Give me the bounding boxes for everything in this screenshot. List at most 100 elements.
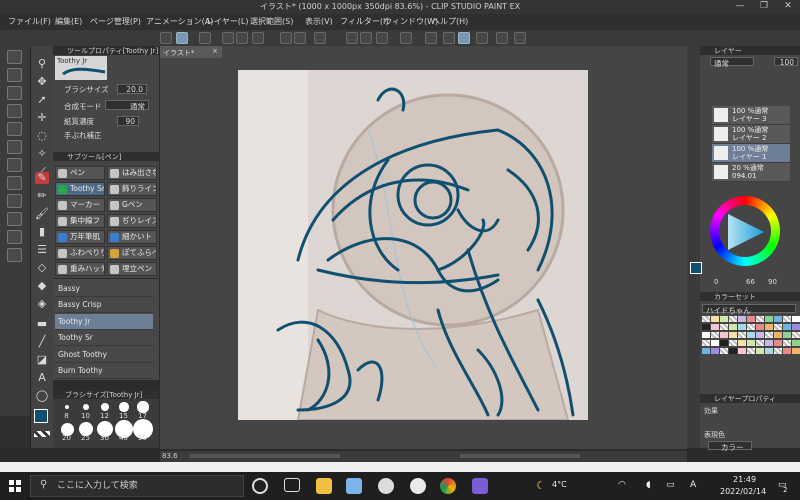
deselect-icon[interactable] xyxy=(376,32,388,44)
menu-help[interactable]: ヘルプ(H) xyxy=(432,16,468,27)
palette-swatch[interactable] xyxy=(738,332,746,338)
palette-swatch[interactable] xyxy=(747,332,755,338)
menu-file[interactable]: ファイル(F) xyxy=(8,16,51,27)
brush-size-dot[interactable] xyxy=(119,402,129,412)
brush-size-value[interactable]: 20.0 xyxy=(117,84,147,94)
palette-swatch[interactable] xyxy=(756,340,764,346)
stabilizer-icon[interactable] xyxy=(476,32,488,44)
notepad-icon[interactable] xyxy=(346,478,362,494)
layout-panel-icon[interactable] xyxy=(7,230,22,244)
operation-icon[interactable]: ➚ xyxy=(35,94,49,106)
palette-swatch[interactable] xyxy=(765,316,773,322)
frame-panel-icon[interactable] xyxy=(7,194,22,208)
brush-item[interactable]: Burn Toothy xyxy=(55,363,153,379)
brush-size-dot[interactable] xyxy=(65,405,69,409)
sub-tool-item[interactable]: 埋立ペン xyxy=(107,262,157,276)
palette-swatch[interactable] xyxy=(747,340,755,346)
clip-studio-launcher-icon[interactable] xyxy=(378,478,394,494)
palette-swatch[interactable] xyxy=(720,348,728,354)
material-panel-icon[interactable] xyxy=(7,86,22,100)
minimize-button[interactable]: — xyxy=(728,0,752,14)
battery-icon[interactable]: ▭ xyxy=(666,480,675,490)
layer-row[interactable]: 100 %通常 レイヤー 1 xyxy=(712,144,790,163)
sub-tool-item[interactable]: 飾りライン xyxy=(107,182,157,196)
sub-tool-item[interactable]: マーカー xyxy=(55,198,105,212)
paper-density-value[interactable]: 90 xyxy=(117,116,139,126)
task-view-icon[interactable] xyxy=(252,478,268,494)
sub-tool-item[interactable]: 細かいト xyxy=(107,230,157,244)
palette-swatch[interactable] xyxy=(729,316,737,322)
clock-time[interactable]: 21:49 xyxy=(733,475,756,484)
pen-pressure-icon[interactable] xyxy=(458,32,470,44)
gradient-icon[interactable]: ▬ xyxy=(35,318,49,330)
clock-date[interactable]: 2022/02/14 xyxy=(720,487,766,496)
balloon-icon[interactable]: ◯ xyxy=(35,390,49,402)
taskbar-search-input[interactable]: ここに入力して検索 xyxy=(30,475,244,497)
palette-swatch[interactable] xyxy=(702,332,710,338)
timeline-panel-icon[interactable] xyxy=(7,248,22,262)
chrome-icon[interactable] xyxy=(440,478,456,494)
color-set-select[interactable]: ハイドちゃん xyxy=(702,304,796,315)
menu-window[interactable]: ウィンドウ(W) xyxy=(384,16,438,27)
layer-row[interactable]: 20 %通常 094.01 xyxy=(712,163,790,182)
text-icon[interactable]: A xyxy=(35,372,49,384)
brush-size-dot[interactable] xyxy=(137,401,149,413)
new-canvas-icon[interactable] xyxy=(160,32,172,44)
fill-icon[interactable] xyxy=(346,32,358,44)
palette-swatch[interactable] xyxy=(711,324,719,330)
save-icon[interactable] xyxy=(252,32,264,44)
palette-swatch[interactable] xyxy=(756,324,764,330)
menu-filter[interactable]: フィルター(I) xyxy=(340,16,388,27)
rotate-slider[interactable] xyxy=(460,454,580,458)
sub-tool-item[interactable]: ぽてふらべ xyxy=(107,246,157,260)
menu-page[interactable]: ページ管理(P) xyxy=(90,16,141,27)
palette-swatch[interactable] xyxy=(711,316,719,322)
palette-swatch[interactable] xyxy=(747,324,755,330)
main-color-swatch[interactable] xyxy=(34,409,48,423)
close-window-button[interactable]: ✕ xyxy=(776,0,800,14)
brush-item[interactable]: Bassy Crisp xyxy=(55,297,153,313)
network-icon[interactable]: ◠ xyxy=(618,480,626,490)
color-palette[interactable] xyxy=(700,316,800,358)
menu-selection[interactable]: 選択範囲(S) xyxy=(250,16,293,27)
sub-tool-item[interactable]: 集中線フ xyxy=(55,214,105,228)
pen-icon[interactable]: ✎ xyxy=(35,172,49,184)
palette-swatch[interactable] xyxy=(720,340,728,346)
menu-edit[interactable]: 編集(E) xyxy=(55,16,82,27)
new-file-icon[interactable] xyxy=(222,32,234,44)
sub-tool-item[interactable]: 重みハッチ xyxy=(55,262,105,276)
frame-border-icon[interactable]: ◪ xyxy=(35,354,49,366)
maximize-button[interactable]: ❐ xyxy=(752,0,776,14)
palette-swatch[interactable] xyxy=(720,316,728,322)
menu-layer[interactable]: レイヤー(L) xyxy=(206,16,248,27)
brush-size-dot[interactable] xyxy=(101,403,109,411)
move-icon[interactable]: ✥ xyxy=(35,76,49,88)
palette-swatch[interactable] xyxy=(783,324,791,330)
fill-tool-icon[interactable]: ◈ xyxy=(35,298,49,310)
document-tab[interactable]: イラスト* × xyxy=(160,46,222,58)
palette-swatch[interactable] xyxy=(774,340,782,346)
palette-swatch[interactable] xyxy=(720,332,728,338)
palette-swatch[interactable] xyxy=(774,316,782,322)
palette-swatch[interactable] xyxy=(729,324,737,330)
home-panel-icon[interactable] xyxy=(7,50,22,64)
airbrush-icon[interactable]: ▮ xyxy=(35,226,49,238)
current-color-swatch[interactable] xyxy=(690,262,702,274)
drawing-canvas[interactable] xyxy=(238,70,588,420)
figure-icon[interactable]: ╱ xyxy=(35,336,49,348)
brush-item-selected[interactable]: Toothy Jr xyxy=(55,314,153,330)
layer-blend-select[interactable]: 通常 xyxy=(710,57,754,68)
transform-icon[interactable] xyxy=(360,32,372,44)
palette-swatch[interactable] xyxy=(711,332,719,338)
crop-icon[interactable] xyxy=(400,32,412,44)
eraser-icon[interactable]: ◇ xyxy=(35,262,49,274)
clip-studio-paint-icon[interactable] xyxy=(410,478,426,494)
layer-row[interactable]: 100 %通常 レイヤー 3 xyxy=(712,106,790,125)
file-explorer-icon[interactable] xyxy=(316,478,332,494)
pattern-panel-icon[interactable] xyxy=(7,122,22,136)
ime-indicator[interactable]: A xyxy=(690,480,696,490)
wand-icon[interactable]: ✧ xyxy=(35,148,49,160)
texture-panel-icon[interactable] xyxy=(7,140,22,154)
open-file-icon[interactable] xyxy=(236,32,248,44)
snap-ruler-icon[interactable] xyxy=(425,32,437,44)
